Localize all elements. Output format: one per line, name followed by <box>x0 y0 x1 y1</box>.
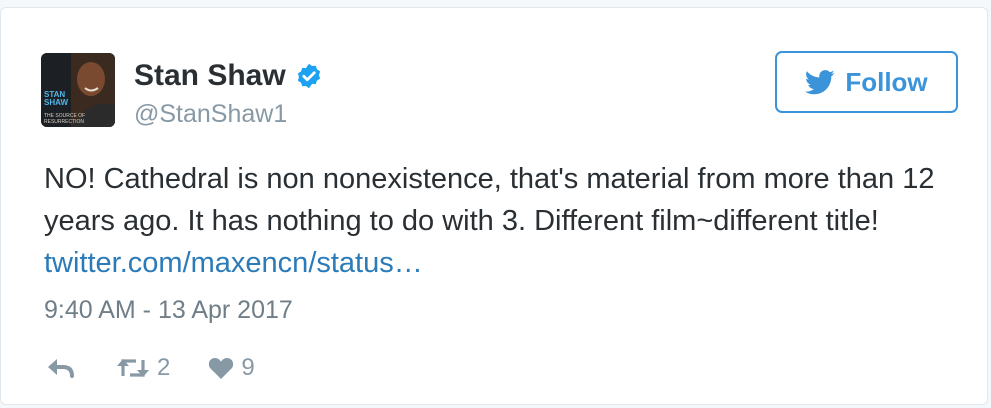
avatar[interactable]: STAN SHAW THE SOURCE OF RESURRECTION <box>41 53 115 127</box>
retweet-icon <box>117 359 149 377</box>
author-name-row: Stan Shaw <box>134 58 323 94</box>
retweet-count: 2 <box>157 354 171 381</box>
like-button[interactable]: 9 <box>208 354 255 382</box>
heart-icon <box>209 357 234 379</box>
tweet-timestamp[interactable]: 9:40 AM - 13 Apr 2017 <box>44 295 293 325</box>
tweet-card: STAN SHAW THE SOURCE OF RESURRECTION Sta… <box>0 7 988 405</box>
reply-button[interactable] <box>46 357 76 379</box>
tweet-text: NO! Cathedral is non nonexistence, that'… <box>44 158 944 284</box>
like-count: 9 <box>241 354 255 381</box>
avatar-text-2: SHAW <box>44 98 68 107</box>
follow-button[interactable]: Follow <box>775 51 958 113</box>
tweet-actions: 2 9 <box>46 354 255 382</box>
tweet-link[interactable]: twitter.com/maxencn/status… <box>44 247 423 279</box>
twitter-bird-icon <box>805 69 835 94</box>
reply-icon <box>48 359 74 378</box>
follow-button-label: Follow <box>845 66 928 97</box>
author-handle[interactable]: @StanShaw1 <box>134 99 287 129</box>
verified-badge-icon <box>297 63 320 89</box>
tweet-body: NO! Cathedral is non nonexistence, that'… <box>44 163 935 237</box>
retweet-button[interactable]: 2 <box>116 354 170 382</box>
avatar-text-4: RESURRECTION <box>44 119 84 125</box>
author-display-name[interactable]: Stan Shaw <box>134 58 286 94</box>
avatar-image: STAN SHAW THE SOURCE OF RESURRECTION <box>41 53 115 127</box>
